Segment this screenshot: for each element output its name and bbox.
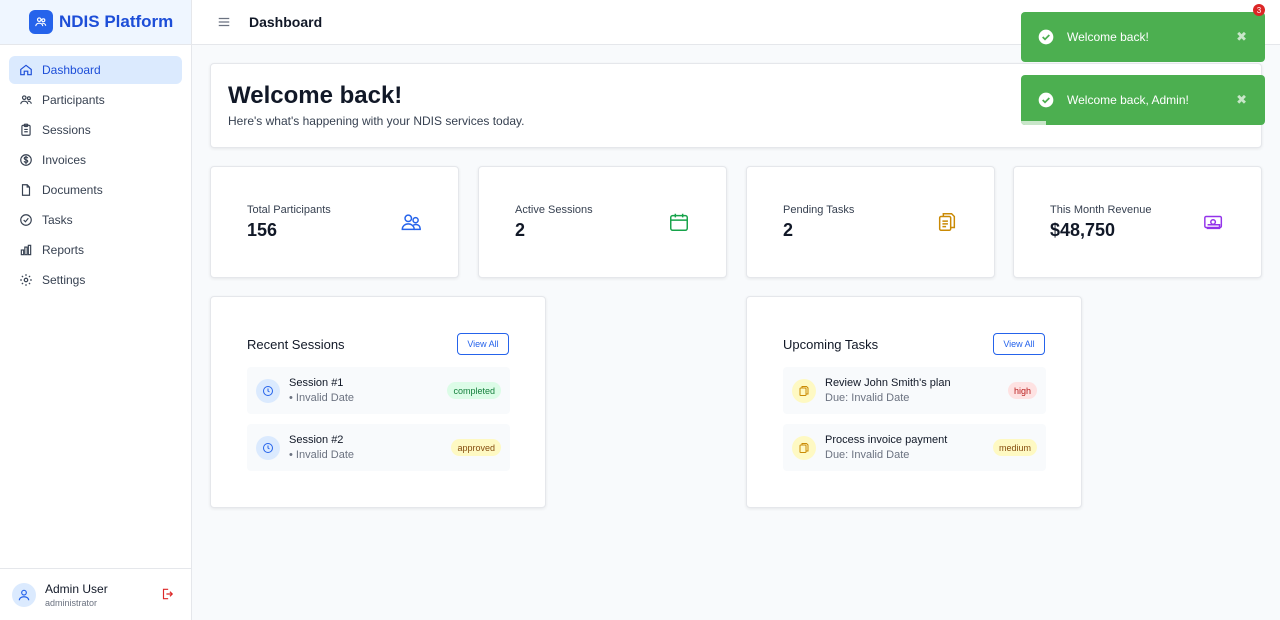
stat-card-pending-tasks: Pending Tasks 2 [746,166,995,278]
brand-header[interactable]: NDIS Platform [0,0,191,45]
money-icon [1204,215,1223,230]
check-circle-icon [1038,29,1054,45]
toast-progress-bar [1021,121,1046,125]
menu-icon[interactable] [217,15,231,29]
gear-icon [20,274,32,286]
dollar-icon [20,154,32,166]
task-due: Due: Invalid Date [825,392,910,404]
panel-title: Recent Sessions [247,337,345,352]
list-item[interactable]: Review John Smith's plan Due: Invalid Da… [783,367,1046,414]
brand-title: NDIS Platform [59,12,174,31]
clipboard-icon [792,379,816,403]
sidebar-item-reports[interactable]: Reports [9,236,182,264]
task-title: Review John Smith's plan [825,377,951,389]
check-circle-icon [20,214,32,226]
upcoming-tasks-panel: Upcoming Tasks View All Review John Smit… [746,296,1082,508]
session-date: • Invalid Date [289,449,354,461]
file-icon [21,184,31,196]
notification-badge[interactable]: 3 [1253,4,1265,16]
page-title: Dashboard [249,14,323,30]
stat-card-total-participants: Total Participants 156 [210,166,459,278]
sidebar-item-dashboard[interactable]: Dashboard [9,56,182,84]
list-item[interactable]: Process invoice payment Due: Invalid Dat… [783,424,1046,471]
task-title: Process invoice payment [825,434,948,446]
session-date: • Invalid Date [289,392,354,404]
check-circle-icon [1038,92,1054,108]
sidebar-item-settings[interactable]: Settings [9,266,182,294]
sidebar-item-label: Dashboard [42,63,101,77]
priority-badge: high [1007,382,1037,399]
stat-label: This Month Revenue [1050,204,1152,216]
priority-badge: medium [992,439,1037,456]
stat-value: 2 [515,220,526,240]
user-role: administrator [45,597,98,608]
stat-label: Total Participants [247,204,331,216]
close-icon[interactable]: ✖ [1236,29,1247,45]
sidebar: NDIS Platform Dashboard Participants Ses… [0,0,192,620]
close-icon[interactable]: ✖ [1236,92,1247,108]
sidebar-nav: Dashboard Participants Sessions Invoices… [0,45,191,294]
list-item[interactable]: Session #2 • Invalid Date approved [247,424,510,471]
logout-icon[interactable] [160,587,174,601]
panel-title: Upcoming Tasks [783,337,879,352]
view-all-tasks-button[interactable]: View All [993,333,1045,355]
clock-icon [256,436,280,460]
sidebar-item-label: Settings [42,273,86,287]
session-title: Session #2 [289,434,344,446]
user-profile: Admin User administrator [0,568,191,620]
calendar-icon [670,213,688,231]
clipboard-icon [938,213,956,231]
stat-card-active-sessions: Active Sessions 2 [478,166,727,278]
user-icon [18,589,30,600]
sidebar-item-label: Reports [42,243,85,257]
sidebar-item-label: Invoices [42,153,87,167]
toast-message: Welcome back, Admin! [1067,93,1189,107]
toast-notification[interactable]: Welcome back, Admin! ✖ [1021,75,1265,125]
clock-icon [256,379,280,403]
stat-value: $48,750 [1050,220,1116,240]
sidebar-item-tasks[interactable]: Tasks [9,206,182,234]
sidebar-item-documents[interactable]: Documents [9,176,182,204]
user-info: Admin User administrator [45,582,108,608]
view-all-sessions-button[interactable]: View All [457,333,509,355]
user-name: Admin User [45,581,108,596]
stat-card-monthly-revenue: This Month Revenue $48,750 [1013,166,1262,278]
sidebar-item-label: Sessions [42,123,91,137]
users-icon [20,95,32,105]
task-due: Due: Invalid Date [825,449,910,461]
status-badge: approved [451,439,501,456]
list-item[interactable]: Session #1 • Invalid Date completed [247,367,510,414]
clipboard-icon [792,436,816,460]
recent-sessions-panel: Recent Sessions View All Session #1 • In… [210,296,546,508]
users-icon [401,214,421,231]
sidebar-item-participants[interactable]: Participants [9,86,182,114]
stat-label: Active Sessions [515,204,593,216]
stat-value: 156 [247,220,278,240]
status-badge: completed [447,382,501,399]
stat-value: 2 [783,220,794,240]
toast-message: Welcome back! [1067,30,1149,44]
session-title: Session #1 [289,377,344,389]
sidebar-item-sessions[interactable]: Sessions [9,116,182,144]
bar-chart-icon [20,244,32,256]
sidebar-item-label: Participants [42,93,105,107]
sidebar-item-label: Tasks [42,213,73,227]
home-icon [20,64,32,76]
toast-notification[interactable]: Welcome back! ✖ [1021,12,1265,62]
clipboard-icon [21,123,31,136]
sidebar-item-label: Documents [42,183,103,197]
brand-logo-icon [29,10,53,34]
sidebar-item-invoices[interactable]: Invoices [9,146,182,174]
stat-label: Pending Tasks [783,204,855,216]
avatar[interactable] [12,582,36,607]
